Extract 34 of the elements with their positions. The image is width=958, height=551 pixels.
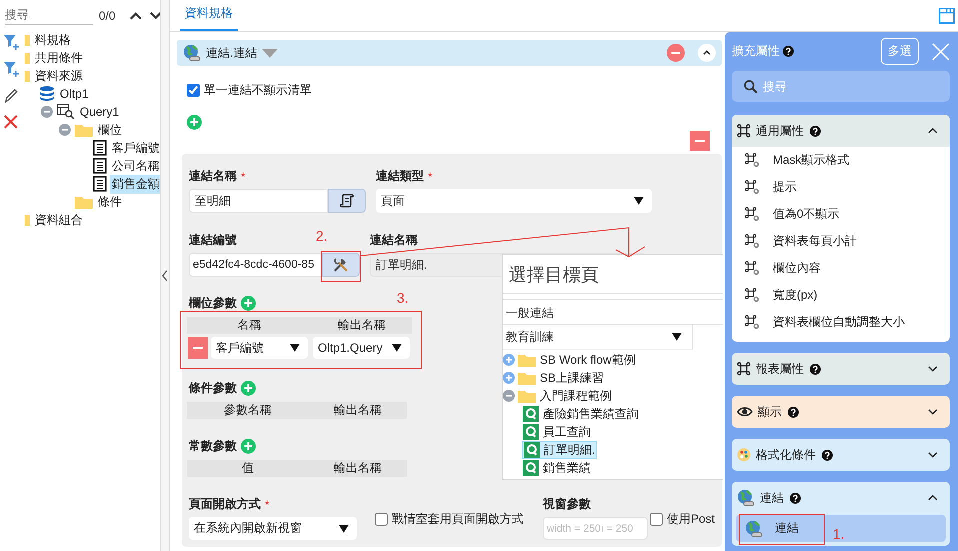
field-label: 視窗參數 [543, 496, 591, 513]
section-title: 顯示 [758, 404, 782, 420]
section-title: 報表屬性 [756, 360, 804, 378]
checkbox-label: 單一連結不顯示清單 [204, 82, 312, 98]
match-count: 0/0 [99, 8, 116, 22]
field-label: 常數參數 [189, 438, 237, 455]
column-header: 參數名稱 [223, 402, 273, 419]
section-title: 格式化條件 [756, 446, 816, 464]
checkbox-label: 使用Post [667, 511, 716, 528]
annotation-number: 3. [397, 290, 409, 306]
annotation-number: 2. [316, 228, 328, 244]
panel-title: 擴充屬性 [732, 43, 780, 60]
column-header: 值 [241, 460, 255, 477]
required-mark: * [241, 170, 246, 184]
section-title: 連結 [760, 490, 784, 506]
field-label: 連結編號 [189, 232, 237, 249]
column-header: 名稱 [236, 317, 262, 334]
section-title: 連結.連結 [206, 44, 258, 62]
field-label: 連結名稱 [370, 232, 418, 249]
checkbox-label: 戰情室套用頁面開啟方式 [392, 511, 524, 528]
field-label: 條件參數 [189, 380, 237, 397]
required-mark: * [428, 170, 433, 184]
field-label: 欄位參數 [189, 295, 237, 312]
column-header: 輸出名稱 [337, 317, 387, 334]
field-label: 頁面開啟方式 [189, 496, 261, 513]
section-label: 一般連結 [503, 299, 723, 325]
field-label: 連結類型 [376, 168, 424, 185]
section-title: 通用屬性 [756, 122, 804, 140]
field-label: 連結名稱 [189, 168, 237, 185]
annotation-number: 1. [833, 526, 845, 542]
dialog-title: 選擇目標頁 [503, 255, 723, 294]
required-mark: * [265, 498, 270, 512]
column-header: 輸出名稱 [333, 402, 383, 419]
column-header: 輸出名稱 [333, 460, 383, 477]
